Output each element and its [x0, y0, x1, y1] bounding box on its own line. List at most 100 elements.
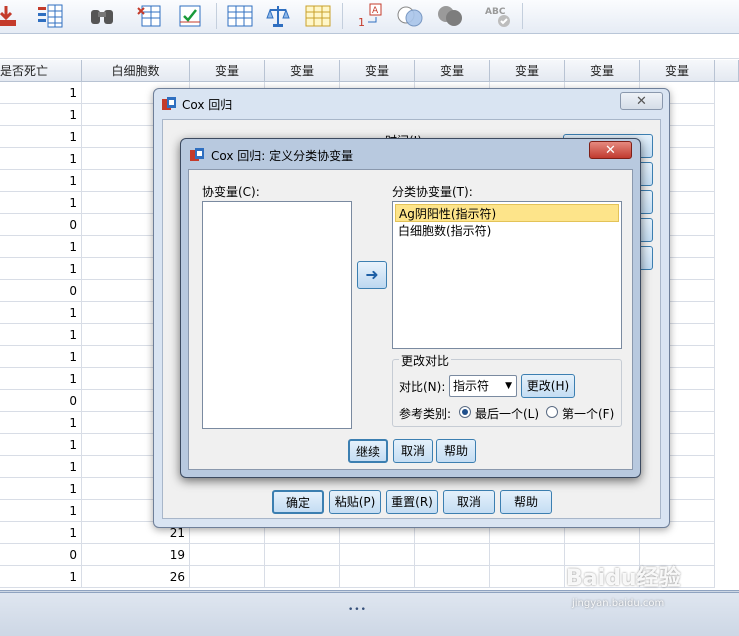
- contrast-dropdown[interactable]: 指示符 ▼: [449, 375, 517, 397]
- grid-cell[interactable]: 1: [0, 500, 82, 522]
- grid-cell[interactable]: 0: [0, 390, 82, 412]
- covariates-list[interactable]: [202, 201, 352, 429]
- column-header[interactable]: 变量: [565, 60, 640, 82]
- arrow-right-icon: ➜: [365, 265, 379, 284]
- grid-cell[interactable]: [415, 566, 490, 588]
- contrast-label: 对比(N):: [399, 380, 446, 394]
- ref-last-label: 最后一个(L): [475, 407, 540, 421]
- status-bar: •••: [0, 590, 739, 636]
- list-item[interactable]: 白细胞数(指示符): [395, 222, 619, 240]
- grid-cell[interactable]: 1: [0, 434, 82, 456]
- help-button[interactable]: 帮助: [436, 439, 476, 463]
- grid-cell[interactable]: [340, 566, 415, 588]
- column-header-empty[interactable]: [715, 60, 739, 82]
- column-header[interactable]: 变量: [640, 60, 715, 82]
- ref-last-radio[interactable]: [459, 406, 471, 418]
- column-header[interactable]: 变量: [490, 60, 565, 82]
- change-contrast-group: 更改对比 对比(N): 指示符 ▼ 更改(H) 参考类别: 最后一个(L) 第一…: [392, 352, 622, 427]
- split-file-icon[interactable]: [304, 2, 332, 30]
- move-right-button[interactable]: ➜: [357, 261, 387, 289]
- grid-cell[interactable]: [190, 544, 265, 566]
- dialog-body: 协变量(C): ➜ 分类协变量(T): Ag阴阳性(指示符) 白细胞数(指示符)…: [188, 169, 633, 470]
- grid-cell[interactable]: [265, 544, 340, 566]
- grid-cell[interactable]: 1: [0, 324, 82, 346]
- spell-check-icon[interactable]: ABC: [484, 2, 512, 30]
- use-sets-icon[interactable]: [396, 2, 424, 30]
- cancel-button[interactable]: 取消: [443, 490, 495, 514]
- define-categorical-covariates-dialog: Cox 回归: 定义分类协变量 ✕ 协变量(C): ➜ 分类协变量(T): Ag…: [180, 138, 641, 478]
- ok-button[interactable]: 确定: [272, 490, 324, 514]
- grid-cell[interactable]: 0: [0, 544, 82, 566]
- grid-cell[interactable]: 1: [0, 346, 82, 368]
- grid-cell[interactable]: [490, 566, 565, 588]
- grid-cell[interactable]: 1: [0, 126, 82, 148]
- column-header[interactable]: 是否死亡: [0, 60, 82, 82]
- grid-cell[interactable]: 1: [0, 412, 82, 434]
- spss-app-icon: [189, 147, 205, 163]
- ref-first-radio[interactable]: [546, 406, 558, 418]
- watermark-logo: Baidu经验: [566, 566, 681, 591]
- column-header[interactable]: 白细胞数: [82, 60, 190, 82]
- weight-scale-icon[interactable]: [264, 2, 292, 30]
- splitter-grip[interactable]: •••: [348, 605, 367, 615]
- show-all-variables-icon[interactable]: [436, 2, 464, 30]
- import-icon[interactable]: [0, 2, 20, 30]
- variable-list-icon[interactable]: [36, 2, 64, 30]
- column-header[interactable]: 变量: [340, 60, 415, 82]
- categorical-covariates-list[interactable]: Ag阴阳性(指示符) 白细胞数(指示符): [392, 201, 622, 349]
- close-button[interactable]: ✕: [589, 141, 632, 159]
- svg-text:1: 1: [358, 16, 365, 29]
- grid-cell[interactable]: [340, 544, 415, 566]
- grid-cell[interactable]: 1: [0, 302, 82, 324]
- select-cases-icon[interactable]: [176, 2, 204, 30]
- data-table-icon[interactable]: [226, 2, 254, 30]
- ref-first-label: 第一个(F): [562, 407, 615, 421]
- paste-button[interactable]: 粘贴(P): [329, 490, 381, 514]
- grid-cell[interactable]: [265, 566, 340, 588]
- spss-app-icon: [161, 96, 177, 112]
- grid-cell[interactable]: 1: [0, 258, 82, 280]
- dialog-title: Cox 回归: [182, 98, 233, 112]
- dialog-title: Cox 回归: 定义分类协变量: [211, 149, 354, 163]
- grid-cell-wbc[interactable]: 19: [82, 544, 190, 566]
- reset-button[interactable]: 重置(R): [386, 490, 438, 514]
- column-header[interactable]: 变量: [190, 60, 265, 82]
- grid-cell[interactable]: 1: [0, 522, 82, 544]
- grid-cell[interactable]: 1: [0, 236, 82, 258]
- categorical-covariates-label: 分类协变量(T):: [392, 185, 473, 199]
- help-button[interactable]: 帮助: [500, 490, 552, 514]
- grid-cell[interactable]: 1: [0, 566, 82, 588]
- grid-cell[interactable]: 0: [0, 280, 82, 302]
- grid-cell[interactable]: [415, 544, 490, 566]
- contrast-value: 指示符: [453, 379, 490, 393]
- column-header[interactable]: 变量: [415, 60, 490, 82]
- grid-cell[interactable]: 1: [0, 82, 82, 104]
- value-labels-icon[interactable]: 1A: [356, 2, 384, 30]
- grid-cell[interactable]: 1: [0, 192, 82, 214]
- covariates-label: 协变量(C):: [202, 185, 260, 199]
- chevron-down-icon: ▼: [505, 381, 512, 391]
- watermark-url: jingyan.baidu.com: [572, 598, 665, 609]
- grid-cell[interactable]: 1: [0, 456, 82, 478]
- column-header[interactable]: 变量: [265, 60, 340, 82]
- grid-cell[interactable]: 1: [0, 170, 82, 192]
- grid-cell[interactable]: 1: [0, 148, 82, 170]
- grid-cell[interactable]: 0: [0, 214, 82, 236]
- cancel-button[interactable]: 取消: [393, 439, 433, 463]
- grid-cell[interactable]: 1: [0, 478, 82, 500]
- svg-text:A: A: [372, 6, 379, 16]
- grid-cell-wbc[interactable]: 26: [82, 566, 190, 588]
- close-button[interactable]: ✕: [620, 92, 663, 110]
- insert-cases-icon[interactable]: [136, 2, 164, 30]
- grid-cell[interactable]: [490, 544, 565, 566]
- binoculars-icon[interactable]: [88, 2, 116, 30]
- grid-cell[interactable]: [190, 566, 265, 588]
- reference-category-label: 参考类别:: [399, 407, 452, 421]
- list-item[interactable]: Ag阴阳性(指示符): [395, 204, 619, 222]
- group-title: 更改对比: [399, 352, 452, 369]
- grid-cell[interactable]: 1: [0, 368, 82, 390]
- toolbar: 1A ABC: [0, 0, 739, 34]
- continue-button[interactable]: 继续: [348, 439, 388, 463]
- change-button[interactable]: 更改(H): [521, 374, 575, 398]
- grid-cell[interactable]: 1: [0, 104, 82, 126]
